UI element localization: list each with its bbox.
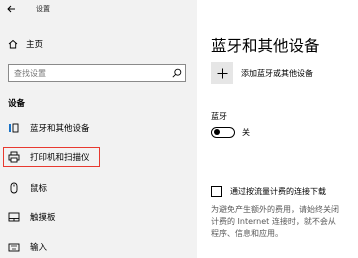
content-pane: 蓝牙和其他设备 添加蓝牙或其他设备 蓝牙 关 通过按流量计费的连接下载 为避免产… — [197, 0, 358, 258]
sidebar-item-label: 触摸板 — [30, 213, 56, 223]
bluetooth-toggle-row: 关 — [211, 127, 250, 138]
sidebar-item-bluetooth[interactable]: 蓝牙和其他设备 — [8, 120, 90, 136]
sidebar-item-label: 输入 — [30, 243, 48, 253]
bluetooth-state: 关 — [242, 128, 250, 137]
plus-icon — [217, 68, 227, 78]
window-title: 设置 — [36, 5, 50, 13]
search-box[interactable] — [8, 64, 186, 82]
bluetooth-label: 蓝牙 — [211, 112, 227, 121]
metered-label: 通过按流量计费的连接下载 — [230, 187, 326, 196]
back-arrow-icon[interactable] — [6, 4, 16, 14]
bluetooth-toggle[interactable] — [211, 127, 235, 138]
sidebar: 设置 主页 设备 蓝牙和其他设备 打印机和 — [0, 0, 197, 258]
home-label: 主页 — [26, 40, 44, 50]
desc-line: 程序、信息和应用。 — [211, 229, 283, 238]
home-nav-item[interactable]: 主页 — [8, 38, 43, 50]
mouse-icon — [10, 182, 18, 194]
metered-download-row: 通过按流量计费的连接下载 — [211, 186, 326, 197]
sidebar-item-mouse[interactable]: 鼠标 — [8, 180, 47, 196]
metered-description: 为避免产生额外的费用，请始终关闭 计费的 Internet 连接时，就不会从 程… — [211, 204, 358, 240]
add-device-button[interactable]: 添加蓝牙或其他设备 — [211, 62, 313, 84]
sidebar-item-input[interactable]: 输入 — [8, 239, 47, 255]
add-device-label: 添加蓝牙或其他设备 — [241, 68, 313, 78]
toggle-knob — [214, 129, 220, 136]
section-heading-devices: 设备 — [8, 99, 26, 109]
metered-checkbox[interactable] — [211, 186, 222, 197]
highlight-box — [3, 147, 100, 167]
bluetooth-device-icon — [9, 123, 19, 133]
search-input[interactable] — [9, 65, 169, 81]
plus-icon-box — [211, 62, 233, 84]
touchpad-icon — [8, 212, 20, 222]
desc-line: 计费的 Internet 连接时，就不会从 — [211, 217, 336, 226]
home-icon — [8, 39, 18, 49]
desc-line: 为避免产生额外的费用，请始终关闭 — [211, 205, 339, 214]
sidebar-item-label: 蓝牙和其他设备 — [30, 124, 90, 134]
sidebar-item-label: 鼠标 — [30, 184, 48, 194]
keyboard-icon — [8, 243, 20, 252]
sidebar-item-touchpad[interactable]: 触摸板 — [8, 209, 56, 225]
search-icon[interactable] — [172, 68, 182, 78]
page-title: 蓝牙和其他设备 — [211, 37, 320, 55]
